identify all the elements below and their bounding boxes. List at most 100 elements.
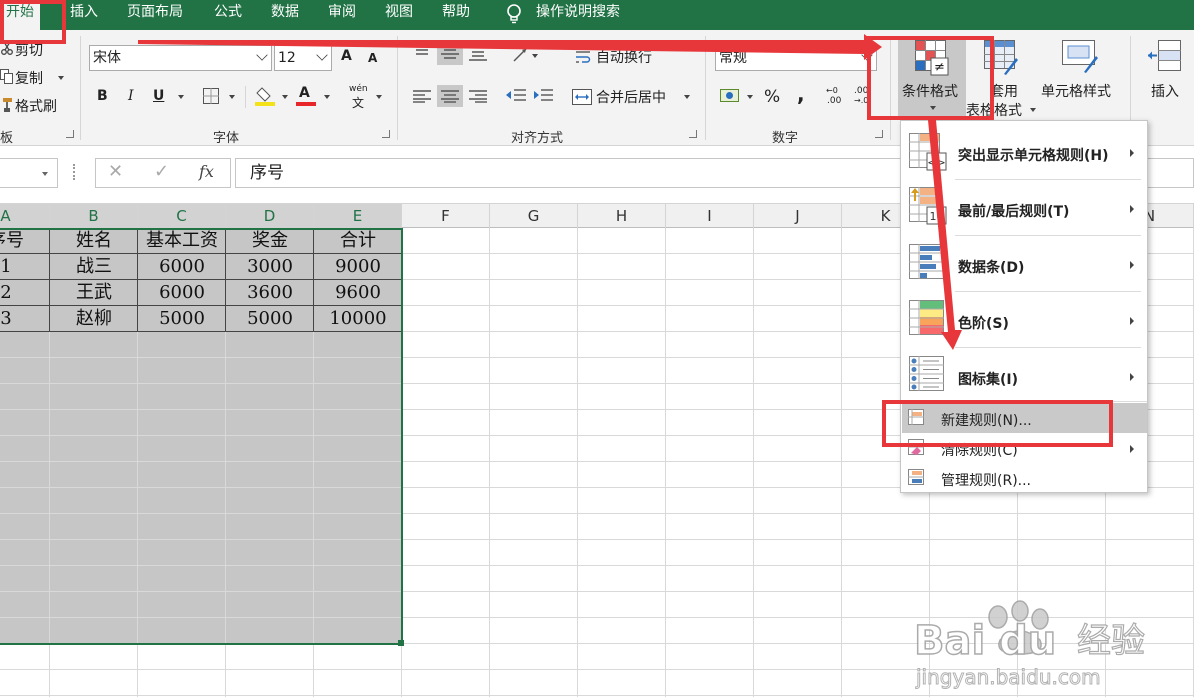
dialog-launcher-icon[interactable] [875,130,883,138]
color-scales-icon [909,300,944,335]
dialog-launcher-icon[interactable] [66,130,74,138]
menu-item-color-scales[interactable]: 色阶(S) [901,293,1147,347]
tab-page-layout[interactable]: 页面布局 [127,0,183,30]
tab-formulas[interactable]: 公式 [214,0,242,30]
menu-item-icon-sets[interactable]: 图标集(I) [901,349,1147,403]
column-header-e[interactable]: E [314,204,402,228]
column-header-b[interactable]: B [50,204,138,228]
chevron-down-icon[interactable] [256,49,268,61]
align-middle-icon[interactable] [441,47,459,61]
wrap-text-icon [576,51,591,63]
font-name-combo[interactable]: 宋体 [89,45,272,71]
insert-function-button[interactable]: fx [199,162,214,181]
selection-border [0,228,403,645]
chevron-down-icon[interactable] [42,172,48,176]
insert-cells-icon [1148,40,1181,71]
column-gridline [841,228,842,697]
paintbrush-icon [3,98,12,112]
column-header-d[interactable]: D [226,204,314,228]
column-header-i[interactable]: I [666,204,754,228]
orientation-icon[interactable] [512,47,530,63]
column-header-f[interactable]: F [402,204,490,228]
increase-decimal-button[interactable]: ←0 .00 [826,86,848,108]
confirm-entry-button[interactable]: ✓ [154,161,169,182]
tab-review[interactable]: 审阅 [328,0,356,30]
phonetic-button[interactable]: wén 文 [349,84,369,110]
percent-style-button[interactable]: % [764,87,780,107]
menu-item-manage-rules[interactable]: 管理规则(R)... [901,463,1147,493]
tell-me-search[interactable]: 操作说明搜索 [536,0,620,30]
increase-indent-icon[interactable] [533,88,553,104]
copy-icon [0,69,13,84]
decrease-indent-icon[interactable] [506,88,526,104]
chevron-down-icon[interactable] [747,95,753,99]
baidu-jingyan-watermark: Bai du 经验 jingyan.baidu.com [913,600,1146,690]
dialog-launcher-icon[interactable] [689,130,697,138]
column-header-a[interactable]: A [0,204,50,228]
column-header-c[interactable]: C [138,204,226,228]
chevron-down-icon[interactable] [58,76,64,80]
column-gridline [577,228,578,697]
chevron-down-icon[interactable] [324,95,330,99]
shrink-font-button[interactable]: A [368,51,377,65]
align-bottom-icon[interactable] [469,48,487,62]
align-top-icon[interactable] [413,45,431,59]
menu-item-top-bottom-rules[interactable]: 10 最前/最后规则(T) [901,181,1147,235]
tab-view[interactable]: 视图 [385,0,413,30]
align-left-icon[interactable] [413,89,431,103]
fill-handle[interactable] [398,640,404,646]
column-gridline [489,228,490,697]
row-gridline [0,695,1194,696]
chevron-right-icon [1130,317,1134,325]
chevron-down-icon[interactable] [229,95,235,99]
chevron-down-icon[interactable] [178,95,184,99]
italic-button[interactable]: I [128,88,134,104]
menu-item-highlight-cells-rules[interactable]: <> 突出显示单元格规则(H) [901,127,1147,179]
accounting-format-icon[interactable] [720,87,742,105]
chevron-down-icon[interactable] [1030,108,1036,112]
column-header-g[interactable]: G [490,204,578,228]
column-header-j[interactable]: J [754,204,842,228]
underline-button[interactable]: U [153,88,164,104]
align-right-icon[interactable] [469,89,487,103]
dialog-launcher-icon[interactable] [382,130,390,138]
name-box[interactable] [0,158,58,188]
font-size-combo[interactable]: 12 [274,45,332,71]
chevron-down-icon[interactable] [532,54,538,58]
annotation-box-home-tab [0,0,66,44]
data-bars-icon [909,244,944,279]
resize-handle[interactable] [73,164,76,180]
formula-buttons: ✕ ✓ fx [95,158,231,188]
insert-cells-button[interactable]: 插入 [1140,36,1194,116]
chevron-down-icon[interactable] [376,95,382,99]
chevron-down-icon[interactable] [684,95,690,99]
font-group-label: 字体 [213,131,240,146]
grow-font-button[interactable]: A [341,48,352,64]
cancel-entry-button[interactable]: ✕ [108,161,123,182]
comma-style-button[interactable]: , [797,82,805,106]
cell-styles-button[interactable]: 单元格样式 [1040,36,1122,116]
font-color-button[interactable]: A [296,85,316,107]
tab-insert[interactable]: 插入 [70,0,98,30]
chevron-down-icon[interactable] [316,49,328,61]
chevron-down-icon[interactable] [282,95,288,99]
manage-rules-icon [908,469,924,485]
bold-button[interactable]: B [97,88,108,104]
clipboard-group-label: 板 [0,131,14,146]
tab-data[interactable]: 数据 [271,0,299,30]
ribbon-tab-bar: 开始 插入 页面布局 公式 数据 审阅 视图 帮助 操作说明搜索 [0,0,1194,30]
watermark-brand: Bai du [914,618,1056,664]
column-header-h[interactable]: H [578,204,666,228]
borders-icon[interactable] [203,88,219,104]
highlight-rules-icon: <> [909,133,947,171]
tab-help[interactable]: 帮助 [442,0,470,30]
svg-text:10: 10 [930,210,944,223]
number-format-combo[interactable]: 常规 [715,45,877,71]
annotation-box-conditional-format [867,36,994,120]
menu-item-data-bars[interactable]: 数据条(D) [901,237,1147,291]
fill-color-icon[interactable] [255,85,275,107]
column-gridline [753,228,754,697]
align-center-icon[interactable] [441,89,459,103]
lightbulb-icon [507,4,521,24]
chevron-right-icon [1130,261,1134,269]
